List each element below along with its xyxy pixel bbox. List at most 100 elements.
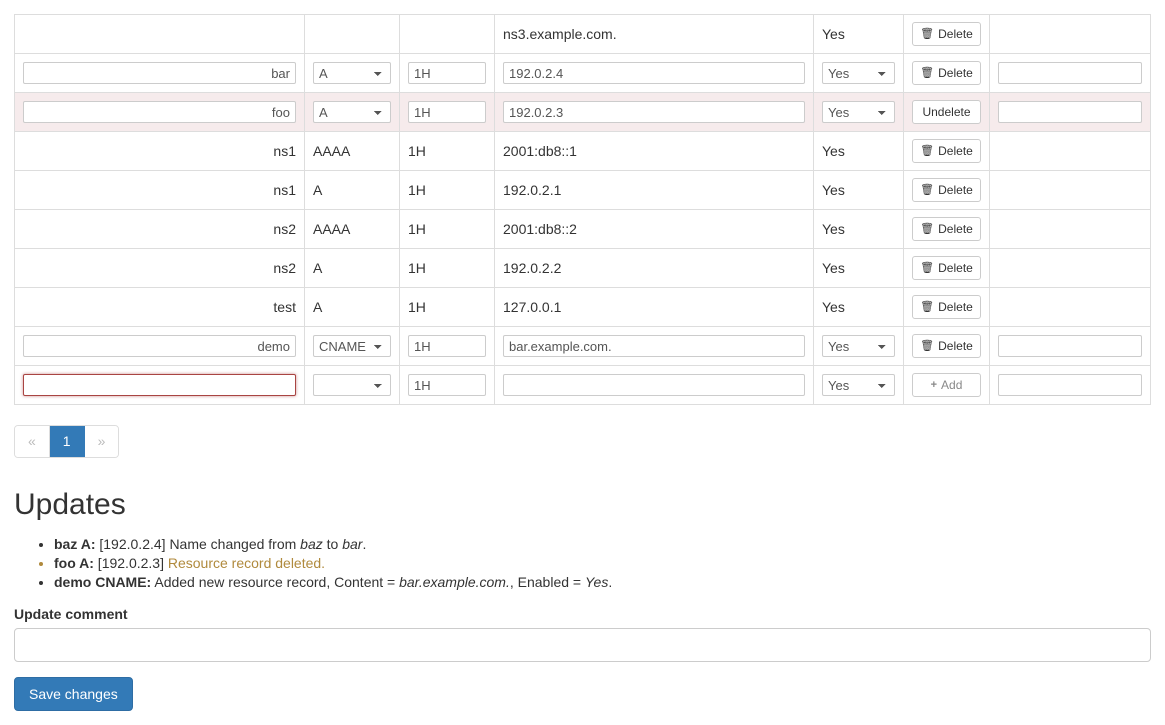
record-ttl: 1H (408, 299, 426, 315)
delete-label: Delete (938, 27, 973, 41)
record-ttl-input[interactable] (408, 62, 486, 84)
record-content-input[interactable] (503, 374, 805, 396)
delete-label: Delete (938, 144, 973, 158)
record-content: 127.0.0.1 (503, 299, 561, 315)
trash-icon: 🗑 (920, 263, 934, 274)
table-row: ns1 AAAA 1H 2001:db8::1 Yes 🗑 Delete (15, 132, 1151, 171)
table-row: test A 1H 127.0.0.1 Yes 🗑 Delete (15, 288, 1151, 327)
record-name-input[interactable] (23, 335, 296, 357)
record-enabled: Yes (822, 26, 845, 42)
update-item: baz A: [192.0.2.4] Name changed from baz… (54, 536, 1151, 552)
record-name: ns1 (23, 142, 296, 160)
record-enabled: Yes (822, 182, 845, 198)
page-1[interactable]: 1 (50, 426, 85, 457)
record-content-input[interactable] (503, 335, 805, 357)
record-type: AAAA (313, 143, 350, 159)
update-comment-label: Update comment (14, 606, 1151, 622)
record-name-input[interactable] (23, 101, 296, 123)
table-row: AAAAACNAMEMXNSTXTSRV YesNo 🗑Delete (15, 54, 1151, 93)
delete-button[interactable]: 🗑 Delete (912, 295, 981, 319)
record-enabled: Yes (822, 221, 845, 237)
trash-icon: 🗑 (920, 146, 934, 157)
delete-label: Delete (938, 261, 973, 275)
record-comment-input[interactable] (998, 62, 1142, 84)
record-name: test (23, 298, 296, 316)
record-name-input[interactable] (23, 374, 296, 396)
delete-label: Delete (938, 222, 973, 236)
delete-label: Delete (938, 339, 973, 353)
record-type: A (313, 260, 322, 276)
page-prev[interactable]: « (15, 426, 50, 457)
trash-icon: 🗑 (920, 29, 934, 40)
undelete-label: Undelete (922, 105, 970, 119)
record-comment-input[interactable] (998, 374, 1142, 396)
record-content: 2001:db8::1 (503, 143, 577, 159)
record-ttl: 1H (408, 260, 426, 276)
record-name: ns2 (23, 220, 296, 238)
delete-label: Delete (938, 183, 973, 197)
record-type: A (313, 299, 322, 315)
save-changes-button[interactable]: Save changes (14, 677, 133, 711)
record-name-input[interactable] (23, 62, 296, 84)
delete-button[interactable]: 🗑 Delete (912, 139, 981, 163)
trash-icon: 🗑 (920, 341, 934, 352)
record-comment-input[interactable] (998, 101, 1142, 123)
record-type: AAAA (313, 221, 350, 237)
record-enabled-select[interactable]: YesNo (822, 101, 895, 123)
record-content: 2001:db8::2 (503, 221, 577, 237)
delete-button[interactable]: 🗑 Delete (912, 256, 981, 280)
record-type-select[interactable]: AAAAACNAMEMXNSTXTSRV (313, 62, 391, 84)
undelete-button[interactable]: Undelete (912, 100, 981, 124)
plus-icon: + (931, 380, 937, 391)
table-row: ns1A1H192.0.2.1Yes🗑Delete (15, 171, 1151, 210)
record-enabled: Yes (822, 143, 845, 159)
delete-button[interactable]: 🗑 Delete (912, 217, 981, 241)
trash-icon: 🗑 (920, 224, 934, 235)
record-type-select[interactable]: AAAAACNAMEMXNSTXTSRV (313, 101, 391, 123)
trash-icon: 🗑 (920, 302, 934, 313)
record-enabled-select[interactable]: YesNo (822, 374, 895, 396)
table-row: AAAAACNAMEMXNSTXTSRV YesNo 🗑 Delete (15, 327, 1151, 366)
add-button[interactable]: + Add (912, 373, 981, 397)
update-item: foo A: [192.0.2.3] Resource record delet… (54, 555, 1151, 571)
delete-button[interactable]: 🗑 Delete (912, 22, 981, 46)
pagination: « 1 » (14, 425, 119, 458)
updates-heading: Updates (14, 488, 1151, 522)
update-item: demo CNAME: Added new resource record, C… (54, 574, 1151, 590)
record-ttl: 1H (408, 221, 426, 237)
delete-button[interactable]: 🗑Delete (912, 61, 981, 85)
table-row: ns3.example.com. Yes 🗑 Delete (15, 15, 1151, 54)
table-row: ns2A1H192.0.2.2Yes🗑Delete (15, 249, 1151, 288)
table-row: AAAAACNAMEMXNSTXTSRV YesNo Undelete (15, 93, 1151, 132)
record-type-select[interactable]: AAAAACNAMEMXNSTXTSRV (313, 374, 391, 396)
record-name: ns1 (23, 181, 296, 199)
add-label: Add (941, 378, 962, 392)
delete-button[interactable]: 🗑 Delete (912, 178, 981, 202)
record-enabled-select[interactable]: YesNo (822, 62, 895, 84)
record-content: ns3.example.com. (503, 26, 617, 42)
record-name: ns2 (23, 259, 296, 277)
record-content: 192.0.2.2 (503, 260, 561, 276)
table-row: ns2 AAAA 1H 2001:db8::2 Yes 🗑 Delete (15, 210, 1151, 249)
record-content-input[interactable] (503, 101, 805, 123)
delete-label: Delete (938, 66, 973, 80)
record-type-select[interactable]: AAAAACNAMEMXNSTXTSRV (313, 335, 391, 357)
record-comment-input[interactable] (998, 335, 1142, 357)
record-enabled-select[interactable]: YesNo (822, 335, 895, 357)
record-content: 192.0.2.1 (503, 182, 561, 198)
record-content-input[interactable] (503, 62, 805, 84)
trash-icon: 🗑 (920, 185, 934, 196)
record-ttl-input[interactable] (408, 374, 486, 396)
record-ttl-input[interactable] (408, 101, 486, 123)
delete-label: Delete (938, 300, 973, 314)
record-enabled: Yes (822, 299, 845, 315)
record-type: A (313, 182, 322, 198)
dns-records-table: ns3.example.com. Yes 🗑 Delete AAAAACNAMEMXNS… (14, 14, 1151, 405)
record-ttl: 1H (408, 143, 426, 159)
update-comment-input[interactable] (14, 628, 1151, 662)
table-row: AAAAACNAMEMXNSTXTSRV YesNo + Add (15, 366, 1151, 405)
delete-button[interactable]: 🗑 Delete (912, 334, 981, 358)
record-ttl-input[interactable] (408, 335, 486, 357)
page-next[interactable]: » (85, 426, 119, 457)
updates-list: baz A: [192.0.2.4] Name changed from baz… (14, 536, 1151, 590)
